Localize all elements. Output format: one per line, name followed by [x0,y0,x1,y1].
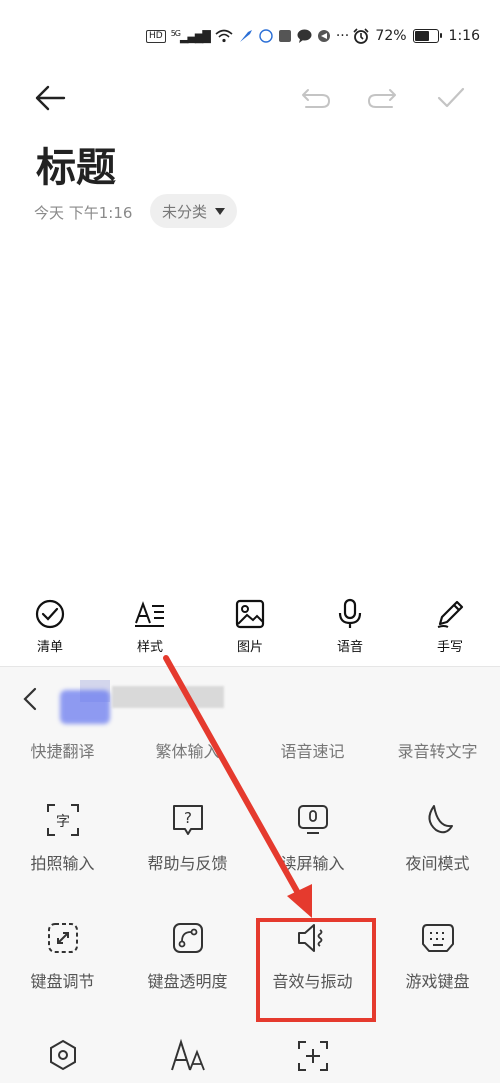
category-label: 未分类 [162,202,208,221]
tool-voice[interactable]: 语音 [300,598,400,662]
app-icon [278,30,291,42]
transparency-icon [172,923,203,953]
item-label: 语音速记 [280,742,345,761]
app-icon [317,30,330,42]
resize-icon [47,923,78,953]
hd-badge: HD [146,29,166,43]
item-label: 录音转文字 [397,742,478,761]
kbd-item[interactable] [250,1038,375,1074]
game-keyboard-icon [421,924,454,952]
item-label: 键盘透明度 [147,972,228,991]
chevron-left-icon[interactable] [20,686,40,712]
tool-image[interactable]: 图片 [200,598,300,662]
svg-text:?: ? [184,809,192,827]
screen-input-icon [297,805,328,834]
keyboard-row-partial: 快捷翻译 繁体输入 语音速记 录音转文字 [0,738,500,762]
status-bar: HD 5G▂▄▆█ ··· 72% 1:16 [0,22,500,52]
highlight-box [256,918,376,1022]
blurred-avatar [60,690,110,724]
item-label: 快捷翻译 [30,742,95,761]
alarm-icon [353,28,369,44]
keyboard-row: 字 拍照输入 ? 帮助与反馈 读屏输入 夜间模式 [0,802,500,874]
kbd-item-keyboard-adjust[interactable]: 键盘调节 [0,920,125,992]
image-icon [235,599,265,629]
font-size-icon [170,1038,205,1071]
checklist-icon [35,599,65,629]
tool-label: 语音 [336,640,363,655]
help-icon: ? [172,805,203,835]
kbd-item[interactable]: 语音速记 [250,738,375,762]
kbd-item[interactable]: 繁体输入 [125,738,250,762]
pen-icon [437,600,464,628]
moon-icon [428,805,453,834]
note-title[interactable]: 标题 [36,135,116,193]
item-label: 拍照输入 [30,854,95,873]
clock: 1:16 [448,28,480,44]
kbd-item-empty [375,1038,500,1074]
confirm-check-icon[interactable] [436,86,466,110]
tool-checklist[interactable]: 清单 [0,598,100,662]
keyboard-row-partial [0,1038,500,1074]
item-label: 游戏键盘 [405,972,470,991]
note-toolbar: 清单 样式 图片 语音 手写 [0,598,500,662]
kbd-item[interactable] [125,1038,250,1074]
battery-percent: 72% [375,28,407,44]
keyboard-more-panel [0,667,500,1083]
item-label: 键盘调节 [30,972,95,991]
more-dots-icon: ··· [335,28,350,44]
svg-text:字: 字 [56,814,70,830]
settings-touch-icon [49,1039,76,1071]
item-label: 读屏输入 [280,854,345,873]
add-icon [297,1041,328,1071]
kbd-item[interactable]: 录音转文字 [375,738,500,762]
kbd-item-photo-input[interactable]: 字 拍照输入 [0,802,125,874]
kbd-item-night-mode[interactable]: 夜间模式 [375,802,500,874]
app-icon [259,29,273,43]
microphone-icon [338,598,362,628]
tool-label: 图片 [236,640,263,655]
kbd-item-game-keyboard[interactable]: 游戏键盘 [375,920,500,992]
dropdown-triangle-icon [215,207,226,215]
tool-label: 手写 [436,640,463,655]
keyboard-row: 键盘调节 键盘透明度 音效与振动 游戏键盘 [0,920,500,992]
wifi-icon [215,29,233,43]
note-date: 今天 下午1:16 [34,204,133,222]
undo-icon[interactable] [300,86,332,110]
tool-label: 样式 [136,640,163,655]
app-icon [239,30,252,42]
chat-icon [297,29,312,43]
kbd-item[interactable] [0,1038,125,1074]
blurred-account-name [112,686,224,708]
item-label: 繁体输入 [155,742,220,761]
signal-icon: 5G▂▄▆█ [170,28,211,44]
tool-handwrite[interactable]: 手写 [400,598,500,662]
battery-icon [412,29,442,43]
kbd-item-help[interactable]: ? 帮助与反馈 [125,802,250,874]
redo-icon[interactable] [366,86,398,110]
item-label: 帮助与反馈 [147,854,228,873]
category-dropdown[interactable]: 未分类 [150,194,238,228]
text-style-icon [135,601,164,627]
tool-label: 清单 [36,640,63,655]
kbd-item-transparency[interactable]: 键盘透明度 [125,920,250,992]
item-label: 夜间模式 [405,854,470,873]
back-arrow-icon[interactable] [34,84,66,112]
kbd-item[interactable]: 快捷翻译 [0,738,125,762]
kbd-item-screen-input[interactable]: 读屏输入 [250,802,375,874]
tool-style[interactable]: 样式 [100,598,200,662]
camera-text-icon: 字 [46,804,79,836]
